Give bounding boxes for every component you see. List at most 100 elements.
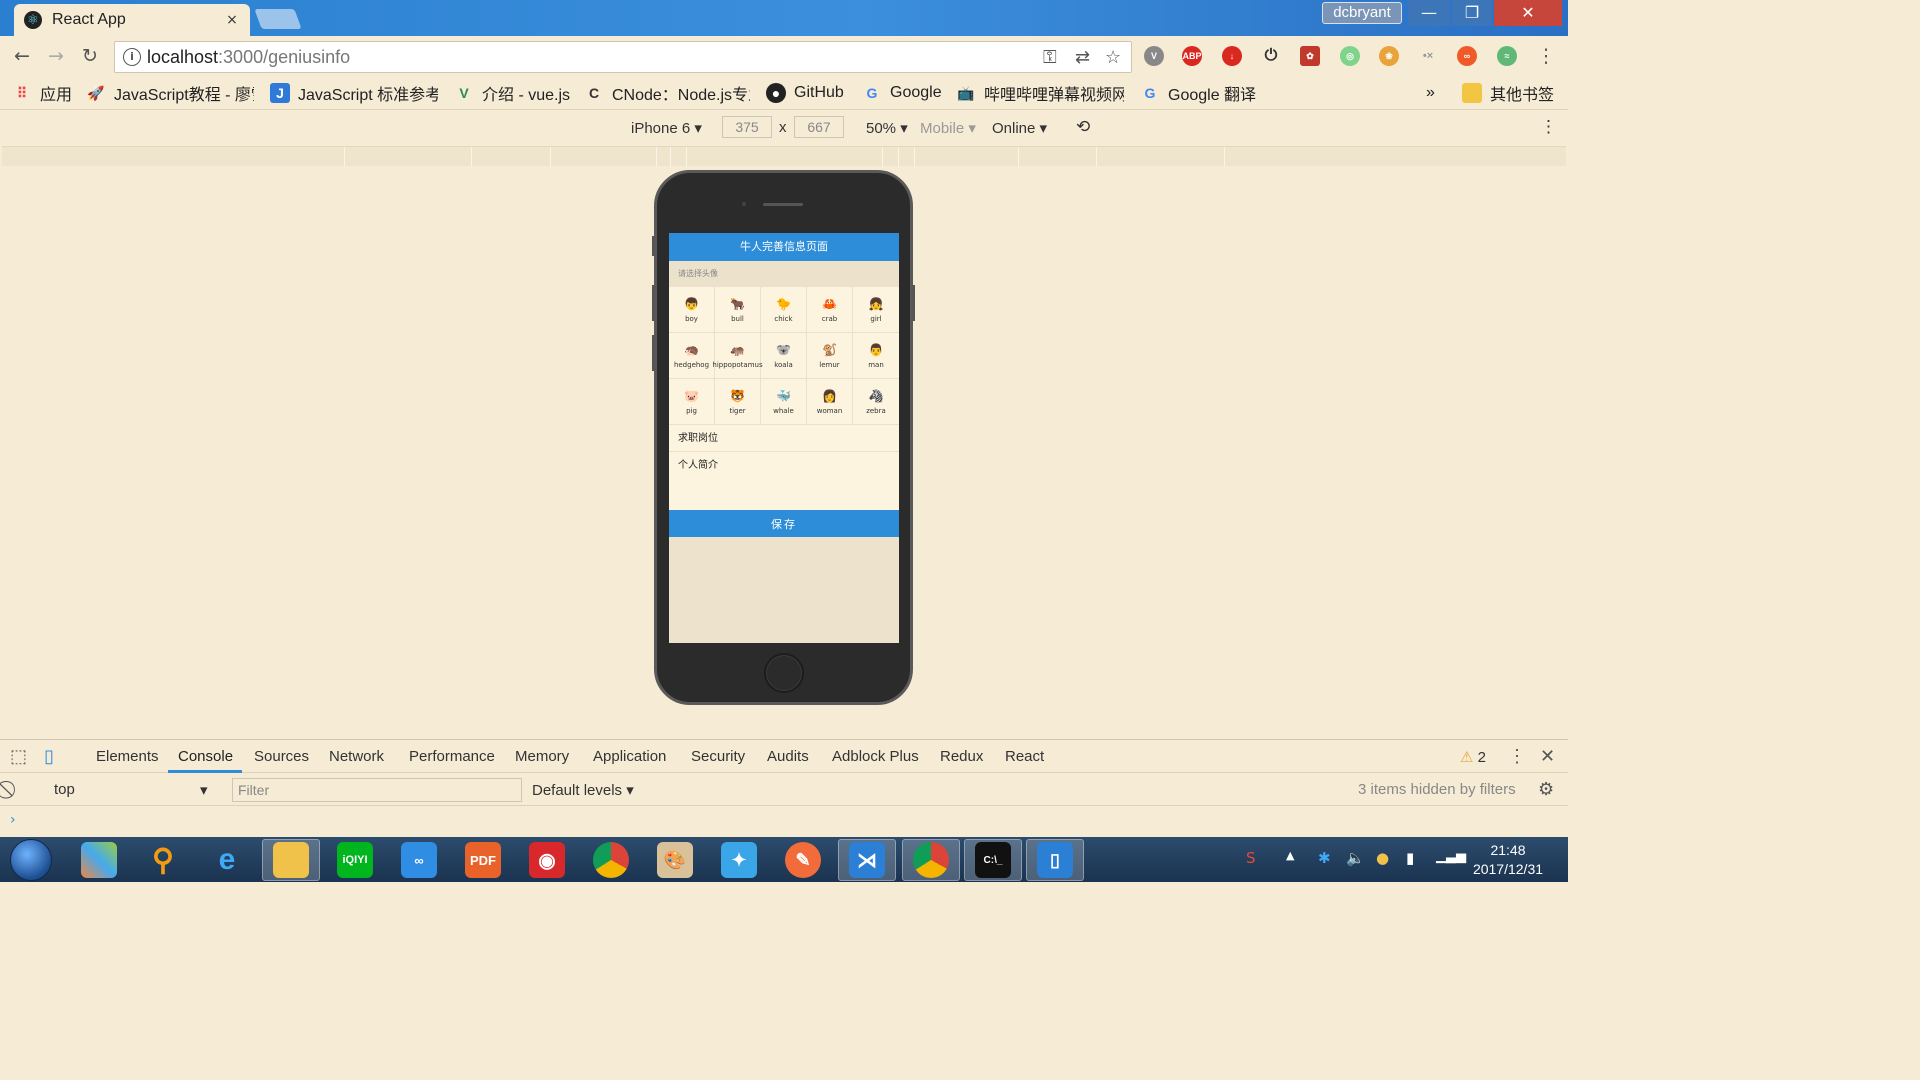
other-bookmarks[interactable]: 其他书签 [1462,82,1558,104]
tab-application[interactable]: Application [593,748,666,765]
bookmark-cnode[interactable]: C CNode：Node.js专业 [584,82,750,104]
tab-memory[interactable]: Memory [515,748,569,765]
vue-devtools-extension-icon[interactable]: V [1144,46,1164,66]
taskbar-app-vscode[interactable]: ⋊ [838,839,896,881]
rotate-icon[interactable]: ⟲ [1076,117,1090,137]
close-window-button[interactable]: ✕ [1494,0,1562,26]
tab-redux[interactable]: Redux [940,748,983,765]
tab-performance[interactable]: Performance [409,748,495,765]
reload-icon[interactable]: ↻ [78,44,102,68]
avatar-item-lemur[interactable]: 🐒 lemur [807,333,853,379]
avatar-item-girl[interactable]: 👧 girl [853,287,899,333]
close-devtools-icon[interactable]: ✕ [1540,746,1555,767]
taskbar-app-explorer[interactable] [262,839,320,881]
new-tab-button[interactable] [254,9,302,29]
site-info-icon[interactable]: i [123,48,141,66]
power-extension-icon[interactable]: ⏻ [1261,46,1281,66]
avatar-item-pig[interactable]: 🐷 pig [669,379,715,425]
save-button[interactable]: 保存 [669,510,899,539]
taskbar-app-terminal[interactable]: C:\_ [964,839,1022,881]
chevron-down-icon[interactable]: ▾ [200,781,208,799]
devtools-menu-icon[interactable]: ⋮ [1508,746,1526,767]
circle-extension-icon[interactable]: ◎ [1340,46,1360,66]
taskbar-app-bird[interactable]: ✦ [710,839,768,881]
device-toolbar-menu-icon[interactable]: ⋮ [1540,117,1557,137]
zoom-select[interactable]: 50% ▾ [866,119,908,137]
tab-react[interactable]: React [1005,748,1044,765]
taskbar-app-search[interactable]: ⚲ [134,839,192,881]
console-filter-input[interactable]: Filter [232,778,522,802]
media-query-ruler[interactable] [2,146,1566,167]
console-prompt[interactable]: › [10,812,16,828]
tab-console[interactable]: Console [178,748,233,765]
taskbar-app-chrome-active[interactable] [902,839,960,881]
bookmarks-overflow-button[interactable]: » [1426,82,1442,104]
taskbar-app-music[interactable]: ◉ [518,839,576,881]
bookmark-bilibili[interactable]: 📺 哔哩哔哩弹幕视频网 [956,82,1124,105]
system-clock[interactable]: 21:48 2017/12/31 [1460,841,1556,879]
taskbar-app-paint[interactable]: 🎨 [646,839,704,881]
taskbar-app-pdf[interactable]: PDF [454,839,512,881]
flower-extension-icon[interactable]: ❀ [1379,46,1399,66]
tab-adblock-plus[interactable]: Adblock Plus [832,748,919,765]
tray-expand-icon[interactable]: ▲ [1286,849,1294,862]
address-bar[interactable]: i localhost:3000/geniusinfo ⚿ ⇄ ☆ [114,41,1132,73]
gear-icon[interactable]: ⚙ [1538,779,1554,800]
device-select[interactable]: iPhone 6 ▾ [631,119,702,137]
dots-extension-icon[interactable]: •× [1418,46,1438,66]
bookmark-github[interactable]: ● GitHub [766,82,848,104]
intro-textarea[interactable]: 个人简介 [669,452,899,510]
avatar-item-whale[interactable]: 🐳 whale [761,379,807,425]
mode-select[interactable]: Mobile ▾ [920,119,976,137]
network-select[interactable]: Online ▾ [992,119,1047,137]
maximize-button[interactable]: ❐ [1452,0,1492,26]
bookmark-star-icon[interactable]: ☆ [1105,47,1121,68]
avatar-item-man[interactable]: 👨 man [853,333,899,379]
bookmark-vue[interactable]: V 介绍 - vue.js [454,82,570,104]
adblock-plus-extension-icon[interactable]: ABP [1182,46,1202,66]
tab-network[interactable]: Network [329,748,384,765]
bookmark-apps[interactable]: ⠿ 应用 [12,82,74,105]
avatar-item-hedgehog[interactable]: 🦔 hedgehog [669,333,715,379]
tab-security[interactable]: Security [691,748,745,765]
browser-tab[interactable]: ⚛ React App × [14,4,250,36]
profile-badge[interactable]: dcbryant [1322,2,1402,24]
height-input[interactable]: 667 [794,116,844,138]
tab-elements[interactable]: Elements [96,748,159,765]
avatar-item-tiger[interactable]: 🐯 tiger [715,379,761,425]
taskbar-app-ie[interactable]: e [198,839,256,881]
bookmark-google-translate[interactable]: G Google 翻译 [1140,82,1260,104]
taskbar-app-chrome[interactable] [582,839,640,881]
download-extension-icon[interactable]: ↓ [1222,46,1242,66]
chrome-menu-icon[interactable]: ⋮ [1534,44,1558,68]
key-icon[interactable]: ⚿ [1043,47,1057,68]
taskbar-app-postman[interactable]: ✎ [774,839,832,881]
close-tab-icon[interactable]: × [224,12,240,28]
avatar-item-woman[interactable]: 👩 woman [807,379,853,425]
avatar-item-crab[interactable]: 🦀 crab [807,287,853,333]
tab-sources[interactable]: Sources [254,748,309,765]
bookmark-js-tutorial[interactable]: 🚀 JavaScript教程 - 廖雪 [86,82,254,105]
avatar-item-bull[interactable]: 🐂 bull [715,287,761,333]
inspect-element-icon[interactable]: ⬚ [10,746,27,767]
taskbar-app-cube[interactable] [70,839,128,881]
warnings-counter[interactable]: ⚠ 2 [1460,748,1486,766]
bookmark-js-reference[interactable]: JJavaScript 标准参考教 [270,82,438,104]
forward-icon[interactable]: → [44,44,68,68]
back-icon[interactable]: ← [10,44,34,68]
avatar-item-koala[interactable]: 🐨 koala [761,333,807,379]
bookmark-google[interactable]: G Google [862,82,944,104]
avatar-item-chick[interactable]: 🐤 chick [761,287,807,333]
job-title-input[interactable]: 求职岗位 [669,425,899,452]
translate-page-icon[interactable]: ⇄ [1075,47,1090,68]
infinity-extension-icon[interactable]: ∞ [1457,46,1477,66]
avatar-item-zebra[interactable]: 🦓 zebra [853,379,899,425]
battery-icon[interactable]: ▮ [1406,849,1414,867]
taskbar-app-iqiyi[interactable]: iQIYI [326,839,384,881]
avatar-item-boy[interactable]: 👦 boy [669,287,715,333]
volume-icon[interactable]: 🔈 [1346,849,1365,867]
taskbar-app-cloud[interactable]: ∞ [390,839,448,881]
app-tray-icon[interactable]: ● [1376,849,1389,867]
home-button[interactable] [764,653,804,693]
puzzle-extension-icon[interactable]: ✿ [1300,46,1320,66]
